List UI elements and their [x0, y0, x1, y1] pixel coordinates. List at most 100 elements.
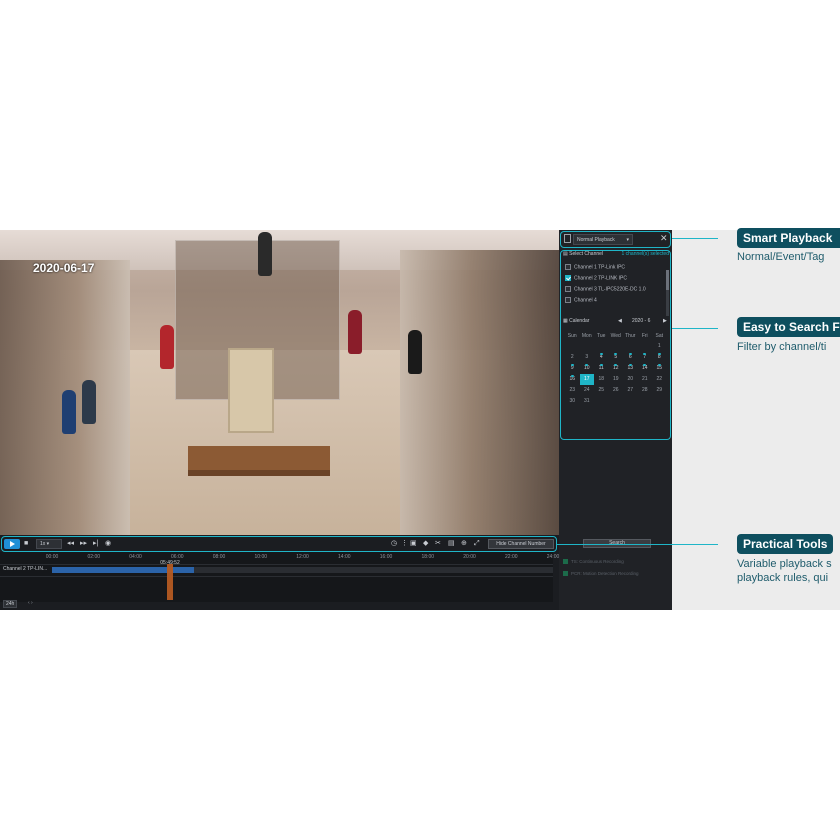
calendar-day: [638, 341, 653, 352]
timeline-divider: [0, 564, 553, 565]
hide-channel-number-button[interactable]: Hide Channel Number: [488, 539, 554, 549]
scissors-icon[interactable]: ✂: [435, 539, 441, 549]
channel-checkbox[interactable]: [565, 264, 571, 270]
calendar-month: 2020 - 6: [632, 318, 651, 324]
scrollbar-thumb[interactable]: [666, 270, 669, 290]
calendar-day: [623, 396, 638, 407]
channel-header-label: Select Channel: [569, 251, 604, 257]
calendar-next-icon[interactable]: ▶: [663, 318, 667, 324]
chevron-down-icon: ▾: [626, 237, 629, 243]
timeline-tick: 16:00: [379, 554, 393, 560]
channel-row[interactable]: Channel 4: [565, 297, 665, 307]
calendar-day[interactable]: 27: [623, 385, 638, 396]
calendar-day[interactable]: 12: [609, 363, 624, 374]
calendar-day[interactable]: 26: [609, 385, 624, 396]
rewind-icon[interactable]: ◂◂: [67, 539, 74, 549]
calendar-day[interactable]: 23: [565, 385, 580, 396]
calendar-day[interactable]: 1: [652, 341, 667, 352]
timeline-tick: 14:00: [337, 554, 351, 560]
zoom-icon[interactable]: ⊕: [461, 539, 467, 549]
weekday: Sun: [567, 333, 577, 339]
stop-icon[interactable]: ■: [24, 539, 28, 549]
calendar-prev-icon[interactable]: ◀: [618, 318, 622, 324]
weekday: Wed: [610, 333, 621, 339]
channel-label: Channel 3 TL-IPC5220E-DC 1.0: [574, 286, 646, 293]
calendar-week: 2345678: [565, 352, 667, 363]
timeline-tick: 02:00: [87, 554, 101, 560]
calendar-day[interactable]: 19: [609, 374, 624, 385]
timeline-zoom-arrows-icon[interactable]: ‹ ›: [28, 600, 33, 606]
timeline-tick: 08:00: [212, 554, 226, 560]
calendar-day[interactable]: 15: [652, 363, 667, 374]
calendar-day[interactable]: 3: [580, 352, 595, 363]
calendar-day[interactable]: 14: [638, 363, 653, 374]
calendar-day[interactable]: 13: [623, 363, 638, 374]
legend-label: PCR: Motion Detection Recording: [571, 571, 639, 576]
channel-checkbox[interactable]: [565, 297, 571, 303]
calendar-day[interactable]: 31: [580, 396, 595, 407]
playback-mode-select[interactable]: Normal Playback ▾: [573, 234, 633, 245]
calendar-day[interactable]: 22: [652, 374, 667, 385]
calendar-day[interactable]: 29: [652, 385, 667, 396]
channel-selected-count: 1 channel(s) selected: [621, 251, 669, 257]
channel-checkbox[interactable]: [565, 275, 571, 281]
fullscreen-icon[interactable]: ⤢: [474, 539, 480, 549]
timeline-tick: 24:00: [546, 554, 560, 560]
legend-swatch: [563, 571, 568, 577]
legend-item: TS: Continuous Recording: [563, 559, 624, 565]
calendar-day[interactable]: 30: [565, 396, 580, 407]
calendar-day[interactable]: 2: [565, 352, 580, 363]
calendar-day[interactable]: 25: [594, 385, 609, 396]
calendar-day[interactable]: 4: [594, 352, 609, 363]
calendar-day[interactable]: 20: [623, 374, 638, 385]
timeline-zoom-select[interactable]: 24h: [3, 600, 18, 608]
next-frame-icon[interactable]: ▸|: [93, 539, 98, 549]
calendar-day[interactable]: 11: [594, 363, 609, 374]
calendar-day[interactable]: 9: [565, 363, 580, 374]
channel-header: ▤ Select Channel 1 channel(s) selected: [563, 251, 669, 261]
calendar-header: ▦ Calendar ◀ 2020 - 6 ▶: [563, 318, 669, 328]
legend-swatch: [563, 559, 568, 565]
calendar-day[interactable]: 18: [594, 374, 609, 385]
audio-icon[interactable]: ◉: [105, 539, 111, 549]
calendar-day: [623, 341, 638, 352]
calendar-weekdays: Sun Mon Tue Wed Thur Fri Sat: [565, 331, 667, 341]
play-button[interactable]: [4, 539, 20, 549]
timeline-cursor-time: 05:49:52: [160, 560, 180, 566]
menu-dots-icon[interactable]: ⋮: [401, 539, 408, 549]
clock-icon[interactable]: ◷: [391, 539, 397, 549]
tag-icon[interactable]: ◆: [423, 539, 428, 549]
calendar-day[interactable]: 17: [579, 374, 594, 385]
channel-row[interactable]: Channel 3 TL-IPC5220E-DC 1.0: [565, 286, 665, 296]
fast-forward-icon[interactable]: ▸▸: [80, 539, 87, 549]
calendar-day[interactable]: 7: [638, 352, 653, 363]
channel-checkbox[interactable]: [565, 286, 571, 292]
calendar-day: [638, 396, 653, 407]
calendar-day[interactable]: 5: [609, 352, 624, 363]
calendar-day[interactable]: 8: [652, 352, 667, 363]
timeline-tick: 20:00: [463, 554, 476, 560]
channel-row[interactable]: Channel 2 TP-LINK IPC: [565, 275, 665, 285]
folder-icon[interactable]: ▤: [448, 539, 455, 549]
weekday: Sat: [655, 333, 663, 339]
lock-icon[interactable]: ▣: [410, 539, 417, 549]
weekday: Mon: [581, 333, 592, 339]
speed-select[interactable]: 1x ▾: [36, 539, 62, 549]
timeline-tick: 12:00: [296, 554, 309, 560]
calendar-week: 16 17 18 19 20 21 22: [565, 374, 667, 385]
channel-row[interactable]: Channel 1 TP-Link IPC: [565, 264, 665, 274]
calendar-day[interactable]: 28: [638, 385, 653, 396]
channel-scrollbar[interactable]: [666, 270, 669, 316]
calendar-day[interactable]: 10: [580, 363, 595, 374]
calendar-day[interactable]: 6: [623, 352, 638, 363]
timeline-tick: 18:00: [421, 554, 435, 560]
calendar-day[interactable]: 16: [565, 374, 580, 385]
playback-mode-value: Normal Playback: [577, 237, 615, 243]
callout-title: Practical Tools: [737, 534, 833, 554]
calendar-week: 23 24 25 26 27 28 29: [565, 385, 667, 396]
timeline-cursor[interactable]: [167, 564, 173, 600]
calendar-day[interactable]: 21: [638, 374, 653, 385]
calendar-day: [565, 341, 580, 352]
calendar-day[interactable]: 24: [580, 385, 595, 396]
close-icon[interactable]: ✕: [660, 233, 668, 244]
